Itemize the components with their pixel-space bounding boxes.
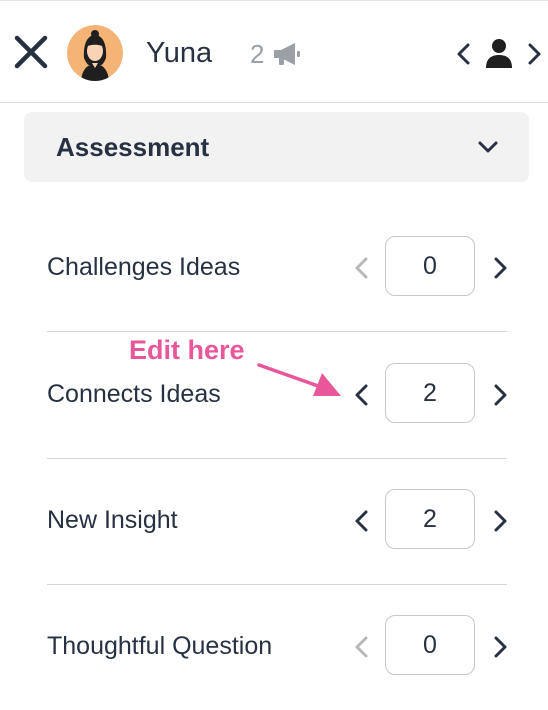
student-name: Yuna: [146, 37, 213, 69]
annotation-label: Edit here: [129, 335, 245, 365]
criterion-value[interactable]: 0: [385, 615, 475, 675]
decrement-chevron-left-icon[interactable]: [350, 382, 374, 408]
avatar: [67, 25, 123, 81]
criterion-label: Thoughtful Question: [47, 632, 273, 660]
previous-student-chevron-left-icon[interactable]: [452, 41, 476, 67]
megaphone-icon: [274, 43, 300, 65]
criterion-row-thoughtful-question: Thoughtful Question 0: [47, 584, 507, 710]
criterion-row-new-insight: New Insight 2: [47, 458, 507, 585]
annotation-arrow-icon: [257, 363, 341, 396]
criterion-label: Challenges Ideas: [47, 253, 241, 281]
close-icon[interactable]: [12, 33, 50, 71]
criterion-value[interactable]: 2: [385, 489, 475, 549]
criterion-row-challenges-ideas: Challenges Ideas 0: [47, 205, 507, 332]
student-header: Yuna 2: [0, 0, 548, 103]
shout-count: 2: [250, 39, 265, 69]
increment-chevron-right-icon[interactable]: [488, 634, 512, 660]
next-student-chevron-right-icon[interactable]: [522, 41, 546, 67]
increment-chevron-right-icon[interactable]: [488, 382, 512, 408]
assessment-dropdown[interactable]: Assessment: [24, 112, 529, 182]
criterion-value[interactable]: 0: [385, 236, 475, 296]
dropdown-label: Assessment: [56, 132, 210, 162]
increment-chevron-right-icon[interactable]: [488, 508, 512, 534]
criterion-label: New Insight: [47, 506, 178, 534]
increment-chevron-right-icon[interactable]: [488, 255, 512, 281]
person-icon[interactable]: [484, 37, 514, 69]
chevron-down-icon: [478, 141, 498, 153]
criterion-label: Connects Ideas: [47, 380, 221, 408]
decrement-chevron-left-icon[interactable]: [350, 634, 374, 660]
decrement-chevron-left-icon[interactable]: [350, 255, 374, 281]
criterion-value[interactable]: 2: [385, 363, 475, 423]
decrement-chevron-left-icon[interactable]: [350, 508, 374, 534]
